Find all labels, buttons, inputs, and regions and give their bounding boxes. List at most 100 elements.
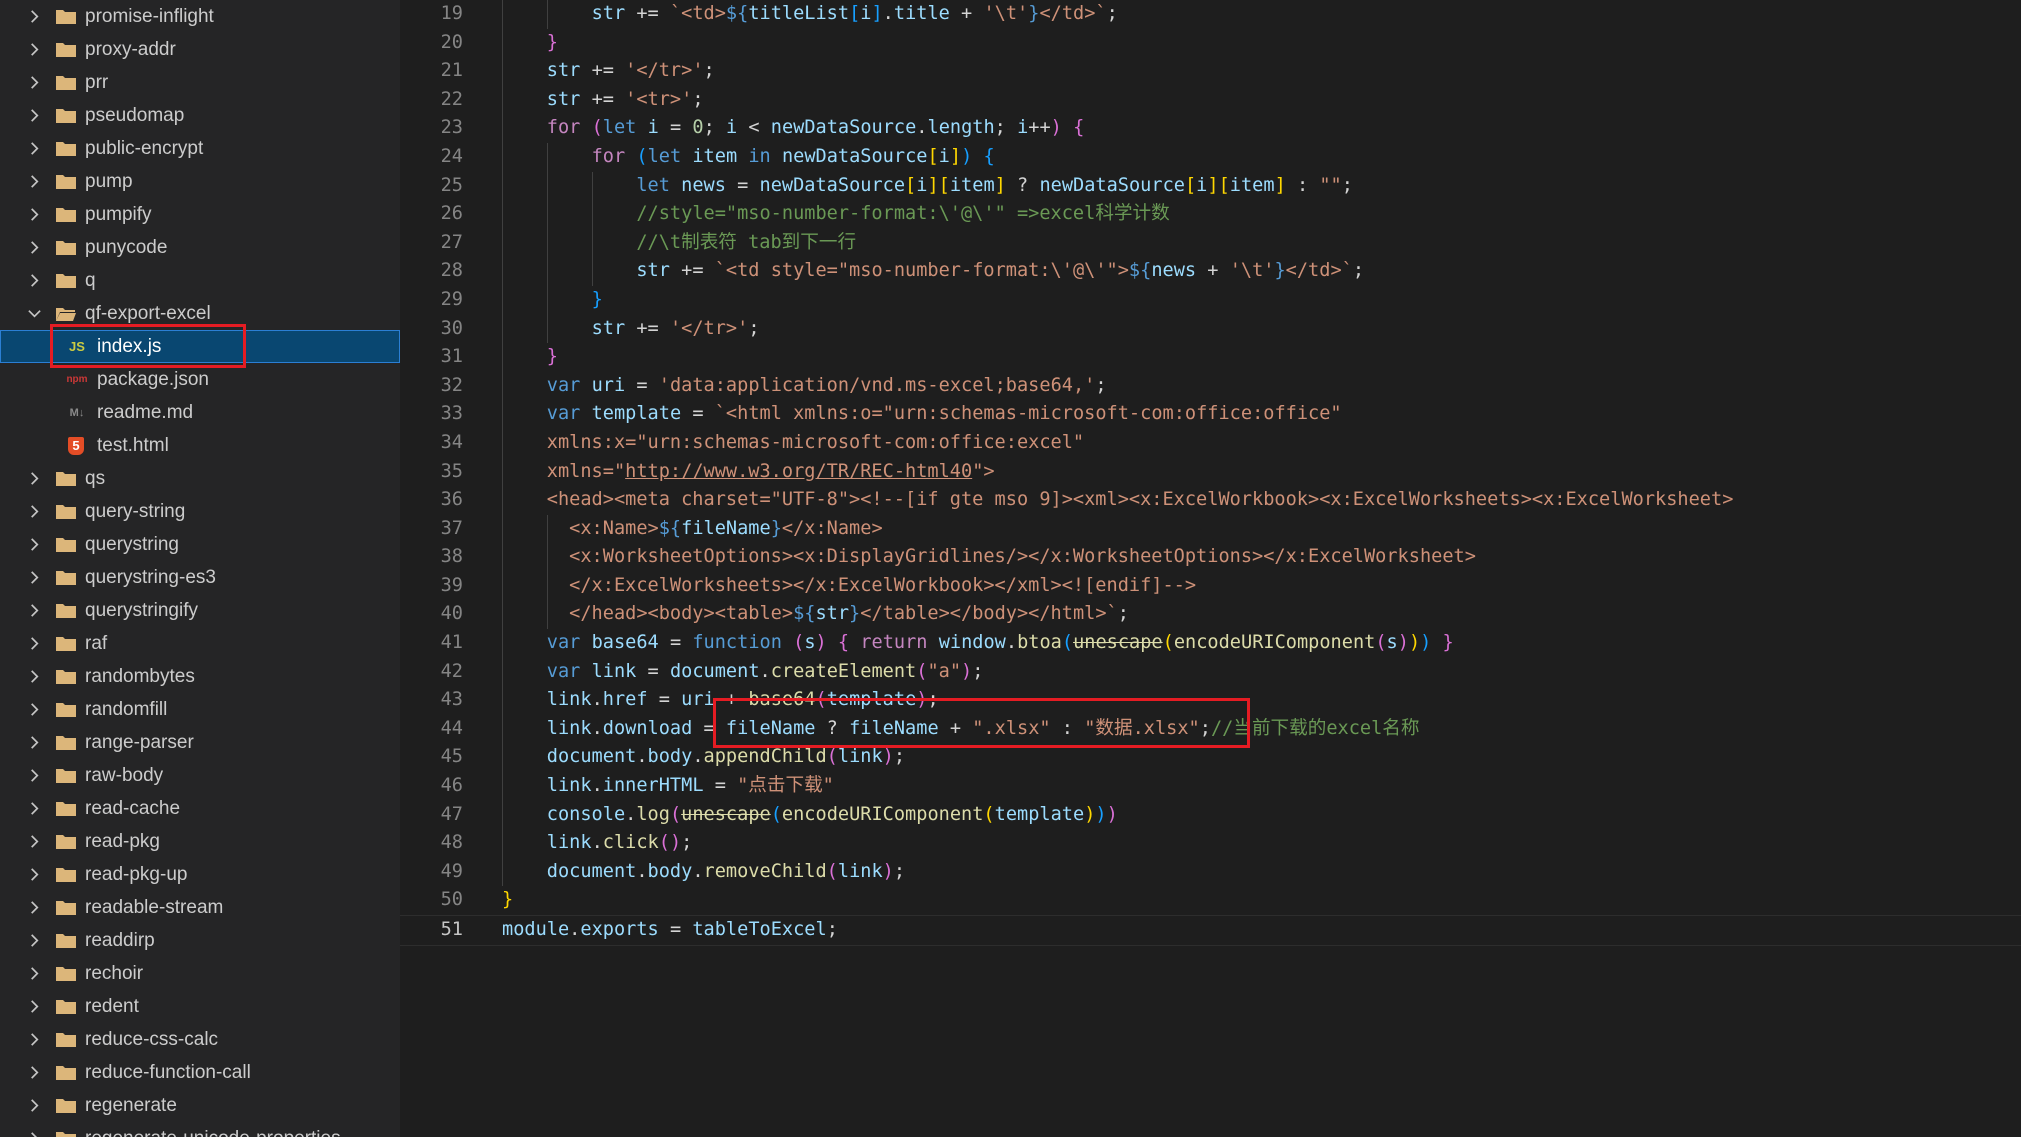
chevron-right-icon[interactable] [27,834,42,849]
code-line[interactable]: 32 var uri = 'data:application/vnd.ms-ex… [400,371,2021,401]
folder-item[interactable]: proxy-addr [0,33,400,66]
folder-item[interactable]: query-string [0,495,400,528]
code-line[interactable]: 35 xmlns="http://www.w3.org/TR/REC-html4… [400,457,2021,487]
code-line[interactable]: 40 </head><body><table>${str}</table></b… [400,600,2021,630]
code-line[interactable]: 22 str += '<tr>'; [400,85,2021,115]
code-line[interactable]: 41 var base64 = function (s) { return wi… [400,629,2021,658]
code-line[interactable]: 26 //style="mso-number-format:\'@\'" =>e… [400,200,2021,229]
chevron-right-icon[interactable] [27,702,42,717]
chevron-right-icon[interactable] [27,141,42,156]
code-line[interactable]: 39 </x:ExcelWorksheets></x:ExcelWorkbook… [400,571,2021,601]
code-line[interactable]: 23 for (let i = 0; i < newDataSource.len… [400,114,2021,143]
chevron-right-icon[interactable] [27,75,42,90]
code-line[interactable]: 28 str += `<td style="mso-number-format:… [400,257,2021,286]
tree-item-label: range-parser [85,732,194,753]
code-line[interactable]: 51 module.exports = tableToExcel; [400,915,2021,946]
code-area[interactable]: 19 str += `<td>${titleList[i].title + '\… [400,0,2021,946]
code-line[interactable]: 37 <x:Name>${fileName}</x:Name> [400,514,2021,544]
chevron-right-icon[interactable] [27,174,42,189]
folder-item[interactable]: pump [0,165,400,198]
chevron-right-icon[interactable] [27,108,42,123]
chevron-right-icon[interactable] [27,9,42,24]
folder-item[interactable]: public-encrypt [0,132,400,165]
code-line[interactable]: 33 var template = `<html xmlns:o="urn:sc… [400,400,2021,429]
folder-item[interactable]: redent [0,990,400,1023]
file-item[interactable]: M↓ readme.md [0,396,400,429]
code-line[interactable]: 49 document.body.removeChild(link); [400,857,2021,887]
chevron-right-icon[interactable] [27,669,42,684]
chevron-right-icon[interactable] [27,273,42,288]
folder-item[interactable]: readdirp [0,924,400,957]
folder-item[interactable]: promise-inflight [0,0,400,33]
chevron-right-icon[interactable] [27,1032,42,1047]
line-number: 34 [440,431,463,453]
code-line[interactable]: 34 xmlns:x="urn:schemas-microsoft-com:of… [400,428,2021,458]
folder-item[interactable]: rechoir [0,957,400,990]
chevron-right-icon[interactable] [27,1098,42,1113]
folder-item[interactable]: randombytes [0,660,400,693]
code-editor[interactable]: 19 str += `<td>${titleList[i].title + '\… [50,0,2021,1137]
chevron-right-icon[interactable] [27,471,42,486]
code-line[interactable]: 50} [400,886,2021,915]
chevron-right-icon[interactable] [27,42,42,57]
folder-item[interactable]: read-pkg [0,825,400,858]
code-line[interactable]: 25 let news = newDataSource[i][item] ? n… [400,171,2021,201]
folder-item[interactable]: readable-stream [0,891,400,924]
chevron-right-icon[interactable] [27,1131,42,1137]
chevron-right-icon[interactable] [27,999,42,1014]
code-line[interactable]: 20 } [400,28,2021,58]
chevron-right-icon[interactable] [27,240,42,255]
folder-item[interactable]: reduce-function-call [0,1056,400,1089]
folder-item[interactable]: querystringify [0,594,400,627]
chevron-right-icon[interactable] [27,801,42,816]
code-line[interactable]: 19 str += `<td>${titleList[i].title + '\… [400,0,2021,29]
code-line[interactable]: 30 str += '</tr>'; [400,314,2021,344]
chevron-right-icon[interactable] [27,900,42,915]
folder-item[interactable]: reduce-css-calc [0,1023,400,1056]
chevron-right-icon[interactable] [27,768,42,783]
folder-item[interactable]: prr [0,66,400,99]
chevron-right-icon[interactable] [27,735,42,750]
code-line[interactable]: 27 //\t制表符 tab到下一行 [400,228,2021,258]
chevron-right-icon[interactable] [27,636,42,651]
folder-item[interactable]: read-cache [0,792,400,825]
code-line[interactable]: 42 var link = document.createElement("a"… [400,657,2021,687]
folder-item[interactable]: querystring [0,528,400,561]
code-token: = [647,689,682,711]
file-item[interactable]: 5 test.html [0,429,400,462]
code-text: str += '</tr>'; [502,57,715,86]
chevron-right-icon[interactable] [27,207,42,222]
folder-item[interactable]: qs [0,462,400,495]
code-token: link [546,832,592,854]
folder-item[interactable]: punycode [0,231,400,264]
code-line[interactable]: 38 <x:WorksheetOptions><x:DisplayGridlin… [400,543,2021,572]
code-line[interactable]: 46 link.innerHTML = "点击下载" [400,772,2021,801]
chevron-right-icon[interactable] [27,537,42,552]
chevron-down-icon[interactable] [27,306,42,321]
chevron-right-icon[interactable] [27,570,42,585]
folder-item[interactable]: randomfill [0,693,400,726]
folder-item[interactable]: raw-body [0,759,400,792]
chevron-right-icon[interactable] [27,867,42,882]
chevron-right-icon[interactable] [27,1065,42,1080]
chevron-right-icon[interactable] [27,603,42,618]
code-line[interactable]: 24 for (let item in newDataSource[i]) { [400,142,2021,172]
chevron-right-icon[interactable] [27,504,42,519]
folder-item[interactable]: read-pkg-up [0,858,400,891]
code-line[interactable]: 21 str += '</tr>'; [400,57,2021,86]
folder-item[interactable]: q [0,264,400,297]
folder-item[interactable]: querystring-es3 [0,561,400,594]
code-line[interactable]: 47 console.log(unescape(encodeURICompone… [400,800,2021,830]
folder-item[interactable]: pumpify [0,198,400,231]
code-line[interactable]: 29 } [400,285,2021,315]
code-line[interactable]: 48 link.click(); [400,829,2021,858]
folder-item[interactable]: range-parser [0,726,400,759]
chevron-right-icon[interactable] [27,933,42,948]
folder-item[interactable]: regenerate [0,1089,400,1122]
code-line[interactable]: 31 } [400,343,2021,372]
chevron-right-icon[interactable] [27,966,42,981]
folder-item[interactable]: pseudomap [0,99,400,132]
code-line[interactable]: 36 <head><meta charset="UTF-8"><!--[if g… [400,486,2021,515]
folder-item[interactable]: raf [0,627,400,660]
folder-item[interactable]: regenerate-unicode-properties [0,1122,400,1137]
